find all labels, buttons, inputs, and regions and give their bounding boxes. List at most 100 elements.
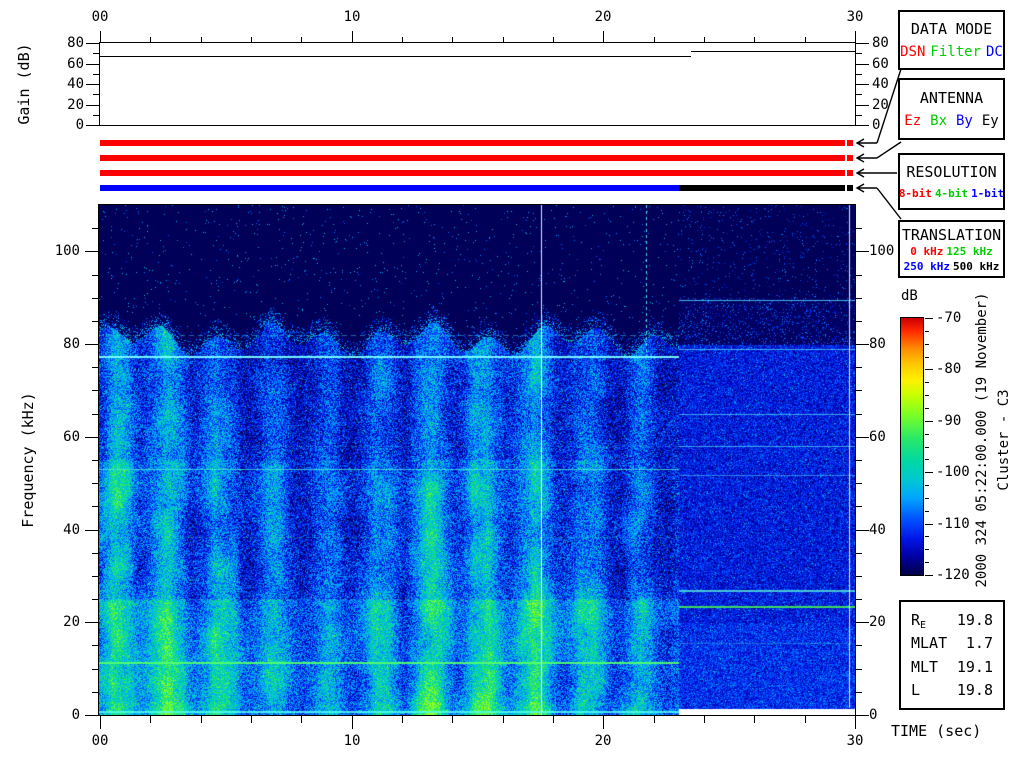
antenna-option-by: By (956, 113, 973, 130)
colorbar-minor-tick (925, 434, 929, 435)
gain-left-tick (86, 43, 99, 44)
timestamp-label: 2000 324 05:22:00.000 (19 November) (974, 292, 990, 588)
freq-right-tick (856, 622, 869, 623)
freq-left-tick (85, 251, 98, 252)
spectrogram-canvas (99, 205, 855, 715)
time-bottom-minor-tick (201, 716, 202, 723)
gain-ytick-label: 80 (67, 35, 84, 51)
freq-ytick-label-right: 20 (869, 614, 886, 630)
ephemeris-value: 19.8 (956, 611, 993, 630)
freq-right-minor-tick (856, 390, 862, 391)
data-mode-option-dsn: DSN (900, 44, 926, 60)
freq-left-minor-tick (92, 460, 98, 461)
colorbar-minor-tick (925, 511, 929, 512)
colorbar-tick (925, 575, 933, 576)
translation-option-0khz: 0 kHz (910, 245, 944, 258)
freq-ytick-label: 0 (71, 707, 80, 723)
freq-ytick-label: 40 (63, 522, 80, 538)
freq-left-minor-tick (92, 669, 98, 670)
colorbar-tick (925, 524, 933, 525)
freq-left-minor-tick (92, 414, 98, 415)
freq-ytick-label-right: 60 (869, 429, 886, 445)
time-bottom-minor-tick (553, 716, 554, 723)
time-bottom-tick (603, 716, 604, 729)
resolution-bar-end-square (847, 170, 853, 176)
colorbar-tick-label: -110 (936, 516, 970, 532)
time-bottom-minor-tick (754, 716, 755, 723)
freq-right-minor-tick (856, 298, 862, 299)
freq-right-minor-tick (856, 669, 862, 670)
antenna-option-ez: Ez (904, 113, 922, 130)
colorbar-tick-label: -90 (936, 413, 962, 429)
freq-left-tick (85, 344, 98, 345)
time-bottom-tick (855, 716, 856, 729)
freq-ytick-label-right: 80 (869, 336, 886, 352)
freq-left-minor-tick (92, 553, 98, 554)
colorbar-minor-tick (925, 536, 929, 537)
gain-top-minor-tick (201, 37, 202, 43)
time-tick-label: 10 (343, 733, 361, 749)
data-mode-option-dc: DC (986, 44, 1003, 60)
wbd-spectrogram-page: Gain (dB) Frequency (kHz) dB 2000 324 05… (0, 0, 1024, 768)
freq-right-minor-tick (856, 506, 862, 507)
colorbar-minor-tick (925, 382, 929, 383)
translation-bar-end-square (847, 185, 853, 191)
freq-right-minor-tick (856, 414, 862, 415)
freq-left-minor-tick (92, 367, 98, 368)
gain-top-minor-tick (402, 37, 403, 43)
antenna-bar-end-square (847, 155, 853, 161)
freq-ytick-label: 60 (63, 429, 80, 445)
data-mode-bar-end-square (847, 140, 853, 146)
gain-right-tick (856, 43, 869, 44)
time-axis-title: TIME (sec) (891, 722, 982, 740)
gain-top-minor-tick (503, 37, 504, 43)
colorbar-minor-tick (925, 408, 929, 409)
time-bottom-minor-tick (805, 716, 806, 723)
colorbar-minor-tick (925, 549, 929, 550)
freq-left-tick (85, 530, 98, 531)
arrow-translation (855, 183, 902, 220)
freq-left-tick (85, 622, 98, 623)
panel-translation: TRANSLATION 0 kHz 125 kHz 250 kHz 500 kH… (898, 220, 1005, 278)
colorbar-tick (925, 421, 933, 422)
gain-left-tick (86, 64, 99, 65)
ephemeris-row-mlat: MLAT 1.7 (901, 634, 1003, 652)
panel-data-mode-title: DATA MODE (910, 20, 993, 38)
freq-ytick-label: 100 (54, 243, 80, 259)
gain-left-minor-tick (93, 94, 99, 95)
colorbar-tick-label: -70 (936, 310, 962, 326)
gain-top-tick (352, 31, 353, 43)
gain-ytick-label: 20 (67, 97, 84, 113)
panel-resolution-items: 8-bit 4-bit 1-bit (899, 187, 1004, 200)
time-bottom-minor-tick (301, 716, 302, 723)
gain-right-tick (856, 84, 869, 85)
gain-ytick-label: 60 (67, 56, 84, 72)
colorbar-minor-tick (925, 562, 929, 563)
freq-right-minor-tick (856, 553, 862, 554)
colorbar-minor-tick (925, 395, 929, 396)
colorbar-minor-tick (925, 331, 929, 332)
time-tick-label: 00 (91, 733, 109, 749)
freq-right-minor-tick (856, 460, 862, 461)
time-bottom-minor-tick (251, 716, 252, 723)
time-bottom-tick (100, 716, 101, 729)
gain-left-tick (86, 125, 99, 126)
time-tick-label: 30 (846, 733, 864, 749)
freq-ytick-label: 20 (63, 614, 80, 630)
panel-resolution: RESOLUTION 8-bit 4-bit 1-bit (898, 153, 1005, 210)
colorbar-tick (925, 318, 933, 319)
gain-top-minor-tick (452, 37, 453, 43)
gain-left-minor-tick (93, 53, 99, 54)
gain-top-tick (603, 31, 604, 43)
freq-ytick-label: 80 (63, 336, 80, 352)
colorbar-minor-tick (925, 344, 929, 345)
freq-right-minor-tick (856, 692, 862, 693)
freq-left-tick (85, 715, 98, 716)
panel-data-mode-items: DSN Filter DC (900, 44, 1003, 60)
panel-translation-row1: 0 kHz 125 kHz (910, 245, 992, 258)
ephemeris-row-re: RE 19.8 (901, 611, 1003, 631)
ephemeris-label: MLT (911, 657, 939, 676)
gain-top-minor-tick (553, 37, 554, 43)
resolution-option-1bit: 1-bit (971, 187, 1005, 200)
gain-top-tick (855, 31, 856, 43)
